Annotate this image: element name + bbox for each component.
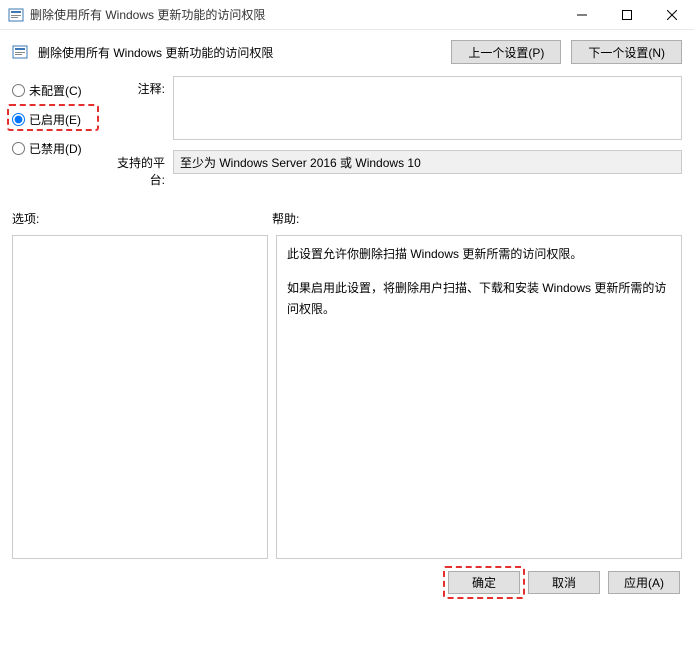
cancel-button[interactable]: 取消 bbox=[528, 571, 600, 594]
platform-label: 支持的平台: bbox=[117, 150, 173, 188]
radio-enabled-label[interactable]: 已启用(E) bbox=[29, 111, 81, 128]
close-button[interactable] bbox=[649, 0, 694, 29]
radio-disabled[interactable]: 已禁用(D) bbox=[12, 140, 117, 157]
config-area: 未配置(C) 已启用(E) 已禁用(D) 注释: 支持的平台: 至少为 Wind… bbox=[0, 70, 694, 204]
help-panel: 此设置允许你删除扫描 Windows 更新所需的访问权限。 如果启用此设置，将删… bbox=[276, 235, 682, 559]
radio-disabled-input[interactable] bbox=[12, 142, 25, 155]
maximize-button[interactable] bbox=[604, 0, 649, 29]
help-label: 帮助: bbox=[272, 210, 299, 227]
options-panel bbox=[12, 235, 268, 559]
content-area: 此设置允许你删除扫描 Windows 更新所需的访问权限。 如果启用此设置，将删… bbox=[0, 229, 694, 559]
policy-icon bbox=[12, 44, 28, 60]
window-controls bbox=[559, 0, 694, 29]
titlebar: 删除使用所有 Windows 更新功能的访问权限 bbox=[0, 0, 694, 30]
ok-button-label: 确定 bbox=[472, 576, 496, 590]
comment-input[interactable] bbox=[173, 76, 682, 140]
footer: 确定 取消 应用(A) bbox=[0, 559, 694, 606]
radio-not-configured-input[interactable] bbox=[12, 84, 25, 97]
header-row: 删除使用所有 Windows 更新功能的访问权限 上一个设置(P) 下一个设置(… bbox=[0, 30, 694, 70]
platform-value: 至少为 Windows Server 2016 或 Windows 10 bbox=[173, 150, 682, 174]
comment-label: 注释: bbox=[117, 76, 173, 140]
help-text-2: 如果启用此设置，将删除用户扫描、下载和安装 Windows 更新所需的访问权限。 bbox=[287, 278, 671, 319]
comment-row: 注释: bbox=[117, 76, 682, 140]
radio-not-configured[interactable]: 未配置(C) bbox=[12, 82, 117, 99]
radio-enabled-input[interactable] bbox=[12, 113, 25, 126]
state-radios: 未配置(C) 已启用(E) 已禁用(D) bbox=[12, 76, 117, 198]
radio-enabled[interactable]: 已启用(E) bbox=[12, 111, 117, 128]
radio-disabled-label[interactable]: 已禁用(D) bbox=[29, 140, 82, 157]
policy-name: 删除使用所有 Windows 更新功能的访问权限 bbox=[38, 44, 441, 61]
ok-button[interactable]: 确定 bbox=[448, 571, 520, 594]
minimize-button[interactable] bbox=[559, 0, 604, 29]
radio-not-configured-label[interactable]: 未配置(C) bbox=[29, 82, 82, 99]
next-setting-button[interactable]: 下一个设置(N) bbox=[571, 40, 682, 64]
help-text-1: 此设置允许你删除扫描 Windows 更新所需的访问权限。 bbox=[287, 244, 671, 264]
platform-row: 支持的平台: 至少为 Windows Server 2016 或 Windows… bbox=[117, 150, 682, 188]
previous-setting-button[interactable]: 上一个设置(P) bbox=[451, 40, 561, 64]
options-label: 选项: bbox=[12, 210, 272, 227]
section-labels: 选项: 帮助: bbox=[0, 204, 694, 229]
policy-icon bbox=[8, 7, 24, 23]
window-title: 删除使用所有 Windows 更新功能的访问权限 bbox=[30, 6, 559, 23]
fields-column: 注释: 支持的平台: 至少为 Windows Server 2016 或 Win… bbox=[117, 76, 682, 198]
apply-button[interactable]: 应用(A) bbox=[608, 571, 680, 594]
